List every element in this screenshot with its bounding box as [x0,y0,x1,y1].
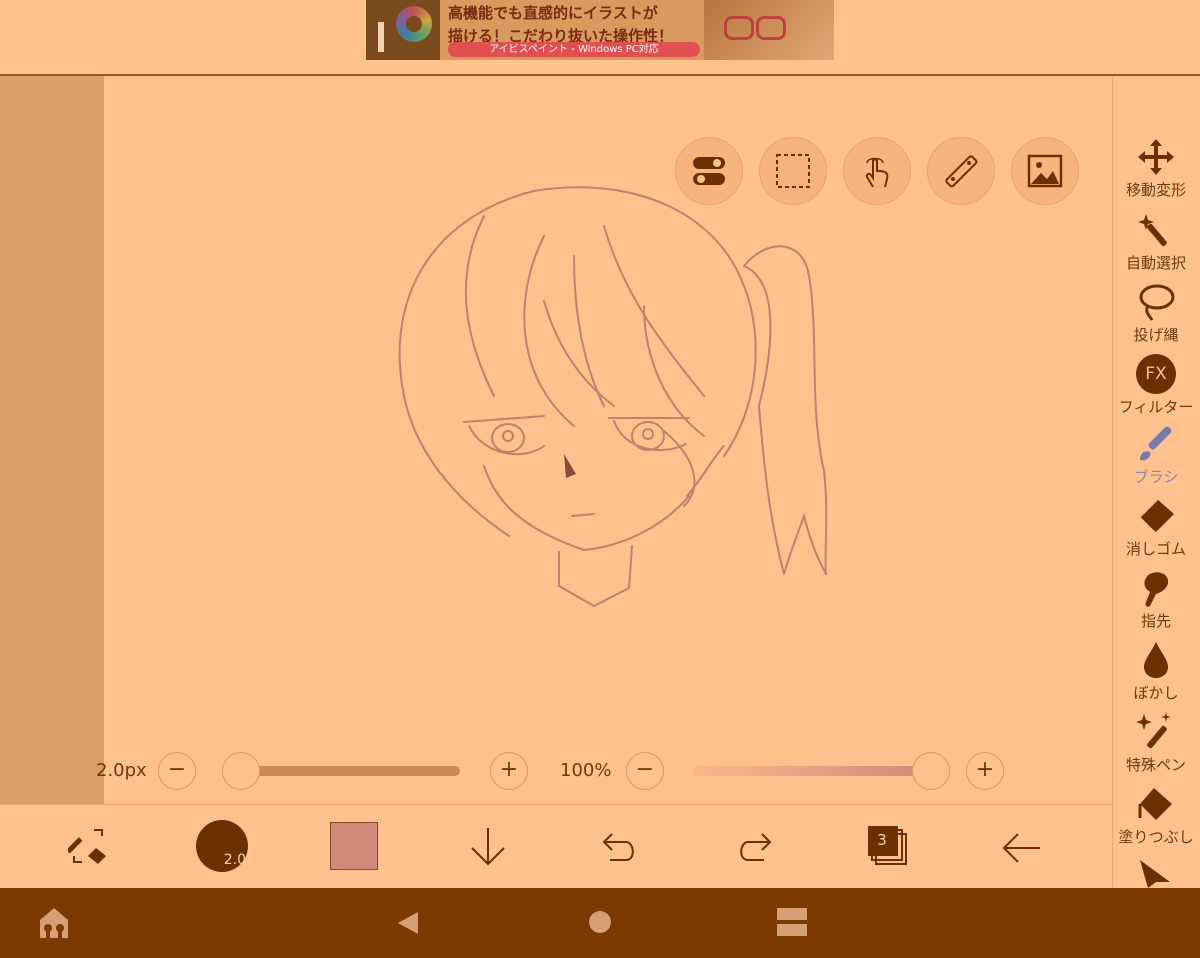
back-arrow-icon[interactable] [1000,830,1044,866]
special-pen-icon [1136,712,1171,749]
opacity-increase-button[interactable]: + [966,752,1004,790]
tool-label: フィルター [1118,398,1194,416]
tool-swap-icon[interactable] [68,826,110,866]
tool-lasso[interactable]: 投げ縄 [1112,282,1200,345]
opacity-label: 100% [560,760,612,781]
ruler-button[interactable] [927,137,995,205]
tool-label: 特殊ペン [1125,756,1186,774]
tool-brush[interactable]: ブラシ [1112,424,1200,487]
tool-label: ブラシ [1133,468,1179,486]
undo-icon[interactable] [600,830,640,864]
app-drawer-icon[interactable] [36,906,72,940]
ad-line-1: 高機能でも直感的にイラストが [448,4,658,22]
size-decrease-button[interactable]: − [158,752,196,790]
tool-smudge[interactable]: 指先 [1112,568,1200,631]
layer-count: 3 [877,831,887,849]
tool-eraser[interactable]: 消しゴム [1112,496,1200,559]
brush-size-slider-knob[interactable] [222,752,260,790]
brush-size-label: 2.0px [96,760,147,781]
arrow-down-icon[interactable] [468,826,508,868]
settings-toggle-button[interactable] [675,137,743,205]
tool-label: 塗りつぶし [1118,828,1194,846]
opacity-decrease-button[interactable]: − [626,752,664,790]
tool-blur[interactable]: ぼかし [1112,640,1200,703]
tool-fill[interactable]: 塗りつぶし [1112,784,1200,847]
redo-icon[interactable] [734,830,774,864]
ibispaint-logo [366,0,440,60]
ruler-icon [945,155,978,188]
tool-magic-wand[interactable]: 自動選択 [1112,210,1200,273]
bottom-toolbar [0,804,1112,889]
size-increase-button[interactable]: + [490,752,528,790]
finger-icon [1144,572,1169,607]
plus-icon: + [499,757,519,782]
opacity-slider-knob[interactable] [912,752,950,790]
fx-icon: FX [1136,354,1176,394]
lasso-icon [1139,284,1175,321]
tool-filter[interactable]: FX フィルター [1112,354,1200,417]
color-swatch[interactable] [330,822,378,870]
minus-icon: − [635,757,655,782]
blur-drop-icon [1144,642,1168,678]
ad-line-3: アイビスペイント - Windows PC対応 [448,42,700,57]
brush-icon [1140,426,1172,461]
move-icon [1138,139,1174,175]
brush-size-button[interactable]: 2.0 [196,820,248,872]
magic-wand-icon [1138,214,1167,247]
tool-label: 指先 [1140,612,1171,630]
cursor-pointer-icon[interactable] [1136,858,1176,888]
tool-label: 自動選択 [1125,254,1186,272]
ad-banner[interactable]: 高機能でも直感的にイラストが 描ける！こだわり抜いた操作性！ アイビスペイント … [366,0,834,60]
opacity-slider[interactable] [692,766,930,776]
touch-gesture-button[interactable] [843,137,911,205]
eraser-icon [1139,500,1174,532]
nav-home-icon[interactable] [588,910,612,934]
left-panel [0,76,104,804]
fill-bucket-icon [1138,788,1172,820]
nav-recents-icon[interactable] [776,906,808,938]
plus-icon: + [975,757,995,782]
tool-label: 移動変形 [1125,181,1186,199]
selection-button[interactable] [759,137,827,205]
nav-back-icon[interactable] [396,910,420,936]
minus-icon: − [167,757,187,782]
tool-special-pen[interactable]: 特殊ペン [1112,712,1200,775]
brush-size-badge: 2.0 [223,852,246,868]
fx-text: FX [1145,364,1167,384]
tool-label: ぼかし [1133,684,1179,702]
reference-image-button[interactable] [1011,137,1079,205]
tool-label: 消しゴム [1125,540,1186,558]
image-icon [1027,154,1063,188]
tool-label: 投げ縄 [1133,326,1179,344]
brush-size-slider[interactable] [240,766,460,776]
touch-hand-icon [865,157,889,188]
toggle-icon [693,157,725,185]
dashed-selection-icon [776,154,810,188]
tool-move-transform[interactable]: 移動変形 [1112,137,1200,200]
ad-character-image [704,0,834,60]
